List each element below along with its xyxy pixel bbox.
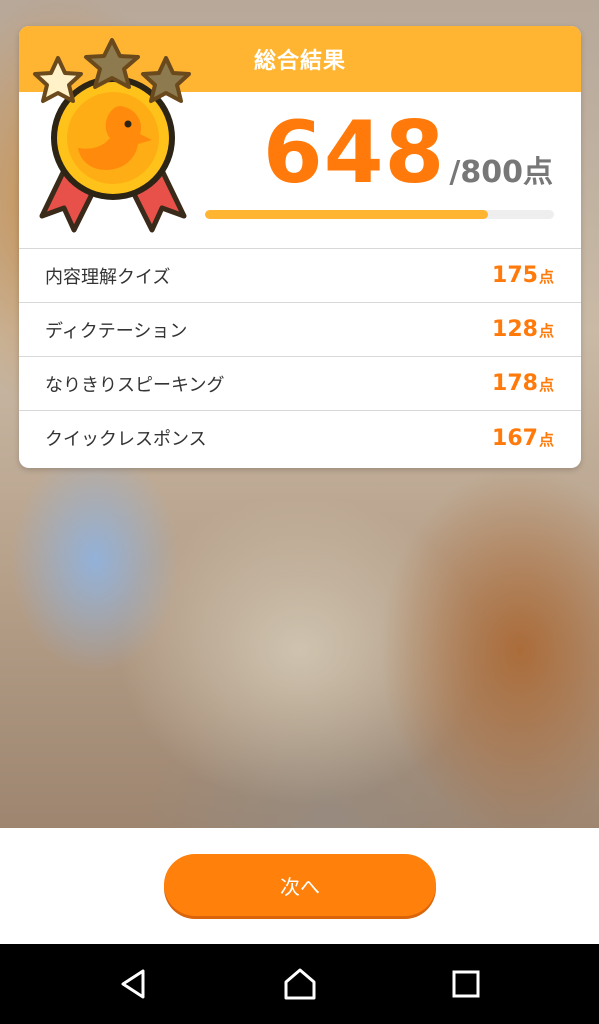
max-score-text: /800点 <box>449 155 553 190</box>
breakdown-row-comprehension-quiz: 内容理解クイズ 175 点 <box>19 249 581 303</box>
bottom-action-area: 次へ <box>0 828 599 944</box>
breakdown-label: 内容理解クイズ <box>45 266 171 288</box>
breakdown-label: なりきりスピーキング <box>45 374 225 396</box>
total-score-line: 648 /800点 <box>263 110 553 196</box>
breakdown-unit: 点 <box>538 322 554 340</box>
breakdown-unit: 点 <box>538 430 554 449</box>
score-result-screen: 総合結果 648 /800点 内容理解クイズ 175 点 ディクテーション 12… <box>0 0 599 1024</box>
breakdown-unit: 点 <box>538 268 554 286</box>
breakdown-score: 178 点 <box>492 371 554 396</box>
breakdown-label: クイックレスポンス <box>45 429 207 450</box>
card-title: 総合結果 <box>253 49 346 74</box>
back-triangle-icon[interactable] <box>114 964 154 1004</box>
next-button[interactable]: 次へ <box>164 854 436 916</box>
home-icon[interactable] <box>280 964 320 1004</box>
score-progress-fill <box>205 210 488 219</box>
recents-square-icon[interactable] <box>446 964 486 1004</box>
breakdown-value: 128 <box>492 317 538 342</box>
breakdown-label: ディクテーション <box>45 320 188 342</box>
breakdown-unit: 点 <box>538 376 554 394</box>
gold-medal-icon <box>33 38 191 233</box>
total-score-value: 648 <box>262 103 446 203</box>
breakdown-score: 175 点 <box>492 263 554 288</box>
breakdown-row-role-play-speaking: なりきりスピーキング 178 点 <box>19 357 581 411</box>
breakdown-value: 178 <box>492 371 538 396</box>
breakdown-row-dictation: ディクテーション 128 点 <box>19 303 581 357</box>
android-navigation-bar <box>0 944 599 1024</box>
breakdown-score: 128 点 <box>492 317 554 342</box>
breakdown-score: 167 点 <box>492 426 554 451</box>
score-progress-bar <box>205 210 554 219</box>
breakdown-row-quick-response: クイックレスポンス 167 点 <box>19 411 581 465</box>
breakdown-value: 175 <box>492 263 538 288</box>
breakdown-value: 167 <box>492 425 538 451</box>
